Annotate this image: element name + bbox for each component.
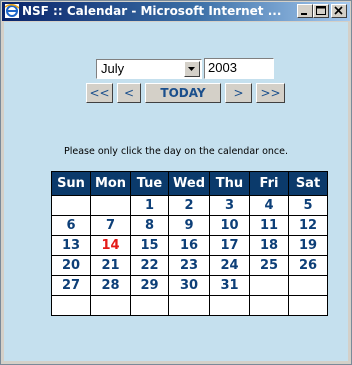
- maximize-icon: [316, 6, 326, 15]
- today-button[interactable]: TODAY: [145, 83, 221, 103]
- calendar-day[interactable]: 12: [288, 215, 328, 236]
- next-month-button[interactable]: >: [225, 83, 252, 103]
- calendar-day[interactable]: 25: [249, 255, 289, 276]
- title-bar[interactable]: NSF :: Calendar - Microsoft Internet ...: [2, 2, 350, 21]
- calendar-day[interactable]: 9: [168, 215, 210, 236]
- weekday-header-fri: Fri: [249, 171, 289, 196]
- weekday-header-mon: Mon: [90, 171, 131, 196]
- calendar-day[interactable]: 15: [130, 235, 169, 256]
- previous-year-button[interactable]: <<: [86, 83, 113, 103]
- chevron-down-icon: [188, 67, 195, 71]
- calendar-day[interactable]: 22: [130, 255, 169, 276]
- calendar-empty-cell: [209, 295, 250, 316]
- calendar-day[interactable]: 29: [130, 275, 169, 296]
- calendar-empty-cell: [90, 295, 131, 316]
- calendar-empty-cell: [249, 295, 289, 316]
- weekday-header-sat: Sat: [288, 171, 328, 196]
- calendar-empty-cell: [51, 295, 91, 316]
- calendar-day[interactable]: 28: [90, 275, 131, 296]
- calendar-empty-cell: [288, 275, 328, 296]
- calendar-day[interactable]: 2: [168, 195, 210, 216]
- calendar-page: July 2003 << < TODAY > >> Please only cl…: [4, 22, 348, 361]
- calendar-day-today[interactable]: 14: [90, 235, 131, 256]
- calendar-day[interactable]: 4: [249, 195, 289, 216]
- calendar-empty-cell: [130, 295, 169, 316]
- weekday-header-sun: Sun: [51, 171, 91, 196]
- calendar-week-row: 27 28 29 30 31: [51, 275, 328, 296]
- calendar-empty-cell: [51, 195, 91, 216]
- calendar-day[interactable]: 1: [130, 195, 169, 216]
- weekday-header-wed: Wed: [168, 171, 210, 196]
- calendar-day[interactable]: 26: [288, 255, 328, 276]
- calendar-day[interactable]: 23: [168, 255, 210, 276]
- weekday-header-row: Sun Mon Tue Wed Thu Fri Sat: [51, 171, 328, 196]
- calendar-week-row: 12345: [51, 195, 328, 216]
- calendar-empty-cell: [288, 295, 328, 316]
- calendar-day[interactable]: 21: [90, 255, 131, 276]
- year-input[interactable]: 2003: [204, 58, 274, 79]
- previous-month-button[interactable]: <: [117, 83, 141, 103]
- weekday-header-thu: Thu: [209, 171, 250, 196]
- minimize-icon: [301, 13, 307, 15]
- calendar-day[interactable]: 16: [168, 235, 210, 256]
- calendar-day[interactable]: 11: [249, 215, 289, 236]
- calendar-empty-cell: [249, 275, 289, 296]
- calendar-day[interactable]: 10: [209, 215, 250, 236]
- calendar-day[interactable]: 24: [209, 255, 250, 276]
- next-year-button[interactable]: >>: [256, 83, 285, 103]
- calendar-empty-cell: [90, 195, 131, 216]
- calendar-day[interactable]: 3: [209, 195, 250, 216]
- calendar-day[interactable]: 17: [209, 235, 250, 256]
- calendar-day[interactable]: 13: [51, 235, 91, 256]
- calendar-week-row: 6 7 8 9 10 11 12: [51, 215, 328, 236]
- maximize-button[interactable]: [313, 4, 329, 18]
- calendar-day[interactable]: 6: [51, 215, 91, 236]
- calendar-day[interactable]: 27: [51, 275, 91, 296]
- weekday-header-tue: Tue: [130, 171, 169, 196]
- close-button[interactable]: [331, 4, 347, 18]
- month-select-value: July: [101, 61, 125, 76]
- month-select-arrow[interactable]: [184, 61, 200, 77]
- calendar-day[interactable]: 30: [168, 275, 210, 296]
- calendar-day[interactable]: 31: [209, 275, 250, 296]
- calendar-empty-cell: [168, 295, 210, 316]
- calendar-day[interactable]: 7: [90, 215, 131, 236]
- calendar-week-row: 13 14 15 16 17 18 19: [51, 235, 328, 256]
- click-once-notice: Please only click the day on the calenda…: [63, 146, 289, 157]
- window-title: NSF :: Calendar - Microsoft Internet ...: [22, 4, 282, 18]
- month-select[interactable]: July: [96, 59, 202, 79]
- calendar-day[interactable]: 18: [249, 235, 289, 256]
- calendar-grid: Sun Mon Tue Wed Thu Fri Sat 1 2 3 4 5 6 7 8 9 10 11 12 13 1…: [51, 171, 328, 316]
- internet-explorer-icon: [5, 4, 19, 18]
- calendar-week-row: 20 21 22 23 24 25 26: [51, 255, 328, 276]
- calendar-week-row: [51, 295, 328, 316]
- minimize-button[interactable]: [297, 4, 313, 18]
- close-icon: [334, 6, 343, 15]
- calendar-day[interactable]: 8: [130, 215, 169, 236]
- browser-window: NSF :: Calendar - Microsoft Internet ...…: [0, 0, 352, 365]
- calendar-day[interactable]: 19: [288, 235, 328, 256]
- calendar-day[interactable]: 5: [288, 195, 328, 216]
- calendar-day[interactable]: 20: [51, 255, 91, 276]
